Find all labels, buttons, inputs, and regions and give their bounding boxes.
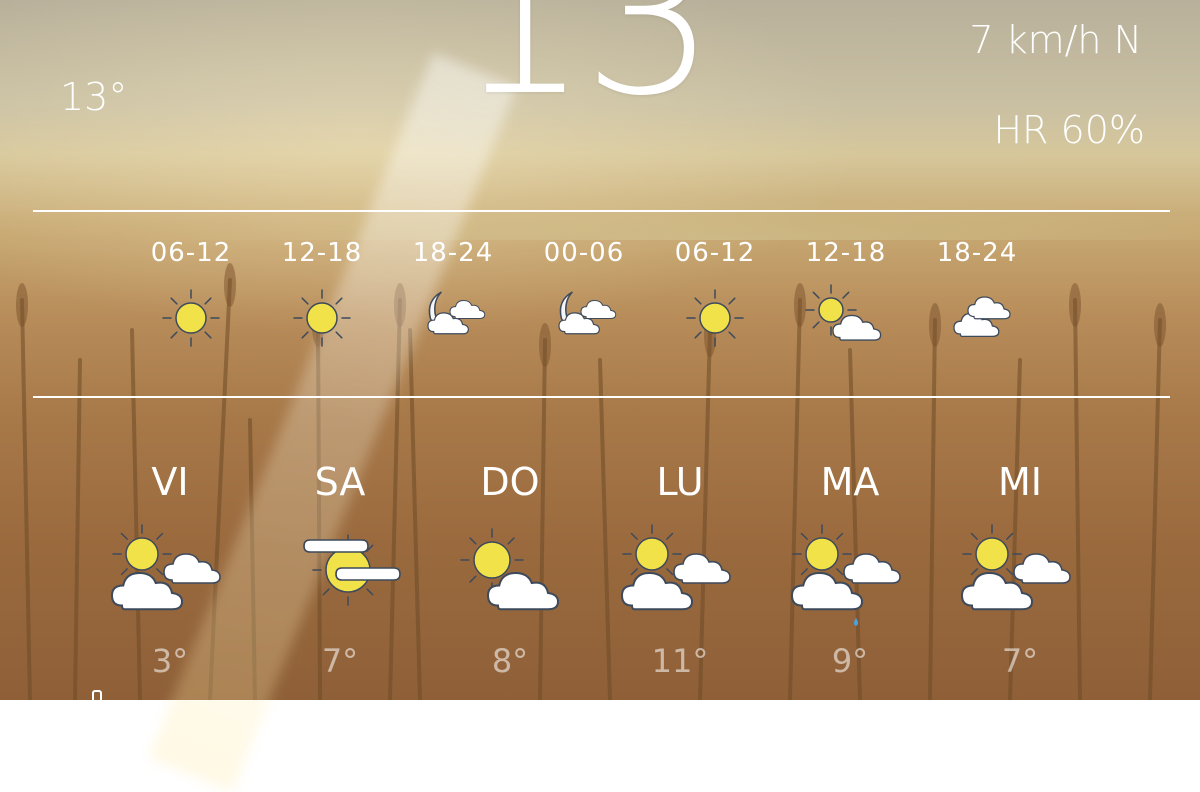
sun-clouds-drizzle-icon bbox=[780, 520, 920, 630]
daily-item: MA 9° bbox=[765, 460, 935, 680]
hourly-item: 00-06 bbox=[519, 238, 649, 352]
clouds-icon bbox=[932, 282, 1022, 352]
day-label: MA bbox=[820, 460, 880, 504]
day-temperature: 7° bbox=[321, 642, 359, 680]
moon-clouds-icon bbox=[408, 282, 498, 352]
sun-cloud-icon bbox=[801, 282, 891, 352]
daily-item: LU 11° bbox=[595, 460, 765, 680]
hourly-forecast: 06-12 12-18 18-24 00-06 06-12 12-18 18-24 bbox=[140, 238, 1100, 358]
hourly-time-label: 12-18 bbox=[281, 238, 363, 268]
wind-speed: 7 km/h N bbox=[969, 18, 1142, 62]
sun-icon bbox=[670, 282, 760, 352]
day-temperature: 11° bbox=[651, 642, 709, 680]
day-label: MI bbox=[998, 460, 1042, 504]
daily-item: VI 3° bbox=[85, 460, 255, 680]
daily-item: MI 7° bbox=[935, 460, 1105, 680]
divider-bottom bbox=[33, 396, 1170, 398]
sun-clouds-icon bbox=[610, 520, 750, 630]
day-label: DO bbox=[480, 460, 540, 504]
hourly-time-label: 18-24 bbox=[936, 238, 1018, 268]
sun-cloud-icon bbox=[440, 520, 580, 630]
hourly-item: 18-24 bbox=[388, 238, 518, 352]
humidity: HR 60% bbox=[993, 108, 1145, 152]
current-temperature: 13 bbox=[455, 0, 716, 142]
sun-clouds-icon bbox=[100, 520, 240, 630]
hourly-item: 06-12 bbox=[126, 238, 256, 352]
hourly-item: 12-18 bbox=[257, 238, 387, 352]
sun-icon bbox=[146, 282, 236, 352]
day-label: VI bbox=[151, 460, 189, 504]
sun-fog-icon bbox=[270, 520, 410, 630]
day-label: LU bbox=[656, 460, 704, 504]
hourly-time-label: 18-24 bbox=[412, 238, 494, 268]
hourly-time-label: 00-06 bbox=[543, 238, 625, 268]
hourly-time-label: 06-12 bbox=[674, 238, 756, 268]
daily-forecast: VI 3° SA 7° DO 8° LU 11° MA 9° MI 7° bbox=[90, 460, 1130, 700]
daily-item: SA 7° bbox=[255, 460, 425, 680]
current-temperature-degree: ° bbox=[705, 0, 745, 16]
hourly-item: 18-24 bbox=[912, 238, 1042, 352]
feels-like-temperature: 13° bbox=[60, 75, 128, 119]
divider-top bbox=[33, 210, 1170, 212]
daily-item: DO 8° bbox=[425, 460, 595, 680]
hourly-time-label: 06-12 bbox=[150, 238, 232, 268]
day-temperature: 7° bbox=[1001, 642, 1039, 680]
moon-clouds-icon bbox=[539, 282, 629, 352]
day-temperature: 8° bbox=[491, 642, 529, 680]
day-temperature: 3° bbox=[151, 642, 189, 680]
hourly-item: 12-18 bbox=[781, 238, 911, 352]
sun-icon bbox=[277, 282, 367, 352]
hourly-item: 06-12 bbox=[650, 238, 780, 352]
day-label: SA bbox=[314, 460, 366, 504]
day-temperature: 9° bbox=[831, 642, 869, 680]
partial-icon bbox=[92, 690, 102, 702]
sun-clouds-icon bbox=[950, 520, 1090, 630]
hourly-time-label: 12-18 bbox=[805, 238, 887, 268]
